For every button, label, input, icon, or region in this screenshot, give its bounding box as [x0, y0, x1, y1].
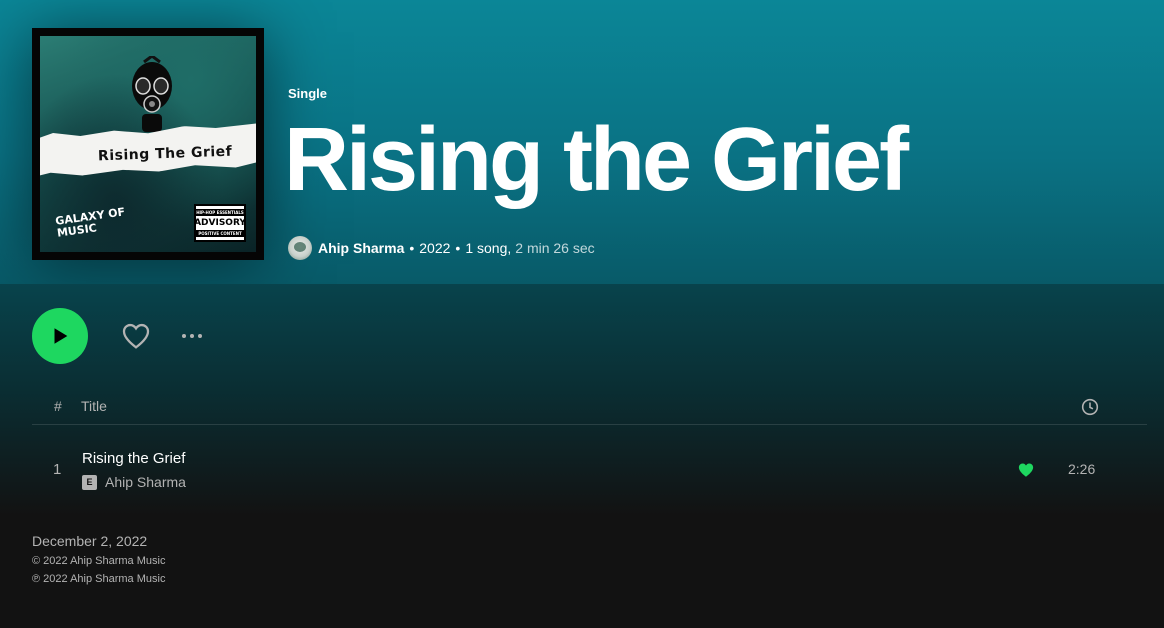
track-table-header: # Title	[32, 390, 1147, 425]
album-title: Rising the Grief	[284, 110, 909, 210]
heart-outline-icon	[122, 323, 150, 349]
track-number: 1	[53, 461, 62, 478]
gas-mask-icon	[132, 56, 172, 132]
save-to-library-button[interactable]	[118, 318, 154, 354]
more-options-button[interactable]	[176, 320, 208, 352]
copyright-text: © 2022 Ahip Sharma Music	[32, 555, 166, 567]
track-title[interactable]: Rising the Grief	[82, 450, 185, 467]
play-icon	[54, 328, 68, 344]
track-subtitle: E Ahip Sharma	[82, 474, 186, 490]
album-artwork: Rising The Grief GALAXY OF MUSIC HIP-HOP…	[40, 36, 256, 252]
artist-link[interactable]: Ahip Sharma	[318, 240, 404, 256]
release-date: December 2, 2022	[32, 533, 148, 549]
explicit-badge: E	[82, 474, 97, 490]
table-row[interactable]: 1 Rising the Grief E Ahip Sharma 2:26	[32, 440, 1147, 500]
total-duration: 2 min 26 sec	[515, 240, 595, 256]
meta-separator: •	[409, 240, 415, 256]
column-title: Title	[81, 398, 107, 414]
more-options-icon	[182, 334, 186, 338]
album-meta: Ahip Sharma • 2022 • 1 song, 2 min 26 se…	[288, 236, 595, 260]
track-artist-link[interactable]: Ahip Sharma	[105, 474, 186, 490]
play-button[interactable]	[32, 308, 88, 364]
song-count: 1 song,	[465, 240, 512, 256]
advisory-badge: HIP-HOP ESSENTIALS ADVISORY POSITIVE CON…	[194, 204, 246, 242]
release-year: 2022	[419, 240, 451, 256]
meta-separator: •	[455, 240, 461, 256]
avatar[interactable]	[288, 236, 312, 260]
cover-label-text: GALAXY OF MUSIC	[54, 205, 126, 240]
track-duration: 2:26	[1068, 461, 1096, 477]
phonographic-copyright-text: ℗ 2022 Ahip Sharma Music	[32, 573, 166, 585]
album-type-label: Single	[288, 86, 328, 101]
clock-icon	[1081, 398, 1099, 416]
column-number: #	[54, 398, 62, 414]
album-header: Rising The Grief GALAXY OF MUSIC HIP-HOP…	[0, 0, 1164, 284]
album-cover: Rising The Grief GALAXY OF MUSIC HIP-HOP…	[32, 28, 264, 260]
heart-filled-icon[interactable]	[1017, 461, 1035, 479]
